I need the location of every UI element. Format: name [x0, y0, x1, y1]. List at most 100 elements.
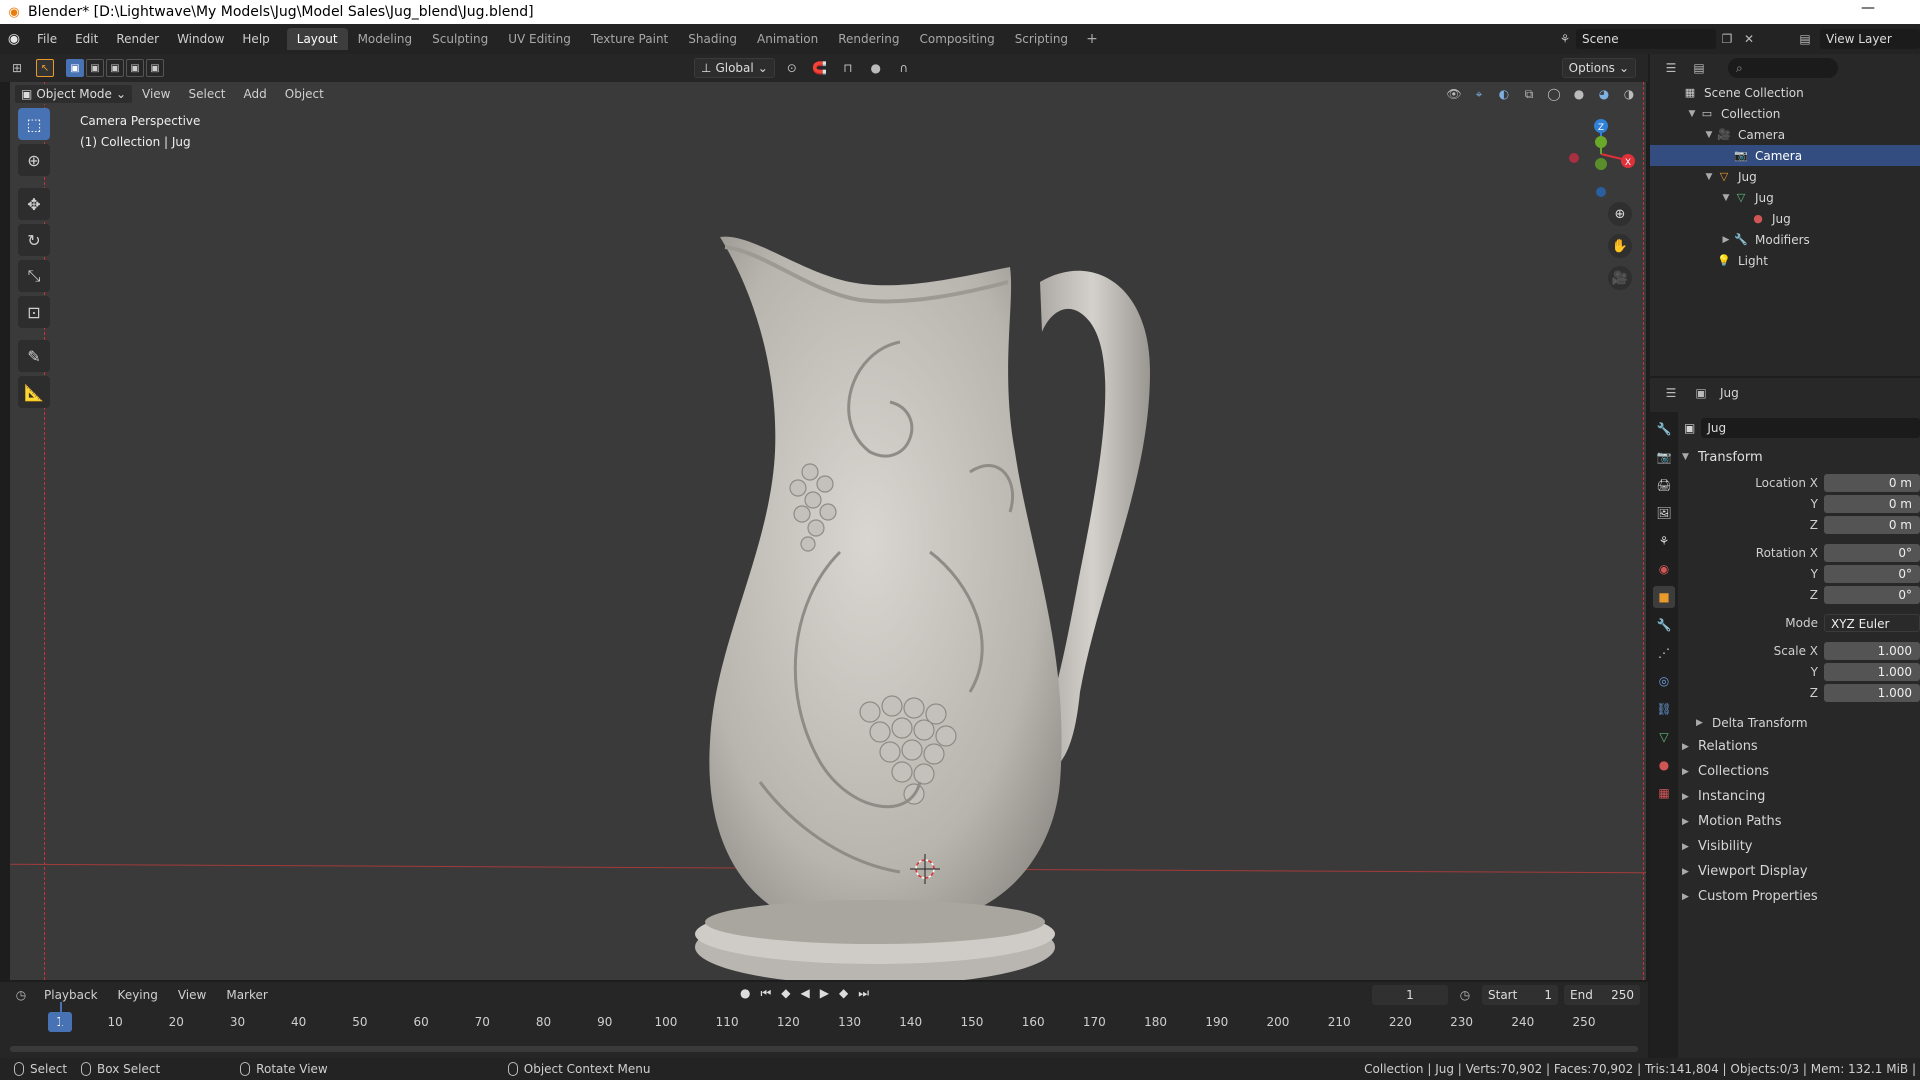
viewport-menu-view[interactable]: View	[133, 87, 179, 101]
timeline-editor-type-icon[interactable]: ◷	[10, 985, 32, 1005]
panel-instancing[interactable]: ▶ Instancing	[1680, 784, 1920, 809]
visibility-icon[interactable]: 👁	[1443, 84, 1465, 104]
scene-tab-icon[interactable]: ⚘	[1653, 530, 1675, 552]
snap-target-icon[interactable]: ⊓	[837, 58, 859, 78]
viewport-menu-object[interactable]: Object	[276, 87, 333, 101]
new-scene-icon[interactable]: ❐	[1716, 29, 1738, 49]
proportional-edit-icon[interactable]: ●	[865, 58, 887, 78]
tab-layout[interactable]: Layout	[286, 28, 348, 50]
disclosure-triangle-icon[interactable]: ▼	[1702, 130, 1716, 140]
xray-icon[interactable]: ⧉	[1518, 84, 1540, 104]
scene-name-field[interactable]: Scene	[1576, 29, 1716, 49]
panel-collections[interactable]: ▶ Collections	[1680, 759, 1920, 784]
data-tab-icon[interactable]: ▽	[1653, 726, 1675, 748]
transform-panel-header[interactable]: ▼ Transform	[1680, 446, 1920, 468]
rotation-x-field[interactable]: 0°	[1824, 544, 1920, 562]
menu-help[interactable]: Help	[233, 32, 278, 46]
delete-scene-icon[interactable]: ✕	[1738, 29, 1760, 49]
blender-menu-icon[interactable]: ◉	[0, 31, 28, 47]
timeline-menu-view[interactable]: View	[170, 988, 214, 1002]
pivot-icon[interactable]: ⊙	[781, 58, 803, 78]
timeline-menu-marker[interactable]: Marker	[218, 988, 275, 1002]
tab-uv-editing[interactable]: UV Editing	[498, 28, 581, 50]
scene-icon[interactable]: ⚘	[1554, 29, 1576, 49]
camera-view-icon[interactable]: 🎥	[1608, 266, 1632, 290]
play-icon[interactable]: ▶	[820, 986, 829, 1001]
current-frame-field[interactable]: 1	[1372, 985, 1448, 1005]
outliner-row[interactable]: ▦ Scene Collection	[1650, 82, 1920, 103]
outliner-row[interactable]: ▶ 🔧 Modifiers	[1650, 229, 1920, 250]
panel-custom-properties[interactable]: ▶ Custom Properties	[1680, 884, 1920, 909]
panel-visibility[interactable]: ▶ Visibility	[1680, 834, 1920, 859]
playhead[interactable]	[60, 1002, 62, 1032]
solid-shading-icon[interactable]: ●	[1568, 84, 1590, 104]
wireframe-shading-icon[interactable]: ◯	[1543, 84, 1565, 104]
outliner-row[interactable]: ● Jug	[1650, 208, 1920, 229]
snap-icon[interactable]: 🧲	[809, 58, 831, 78]
panel-viewport-display[interactable]: ▶ Viewport Display	[1680, 859, 1920, 884]
gizmo-neg-x-icon[interactable]	[1569, 153, 1579, 163]
location-y-field[interactable]: 0 m	[1824, 495, 1920, 513]
menu-file[interactable]: File	[28, 32, 66, 46]
rotation-z-field[interactable]: 0°	[1824, 586, 1920, 604]
disclosure-triangle-icon[interactable]: ▼	[1702, 172, 1716, 182]
view-layer-tab-icon[interactable]: 🖼	[1653, 502, 1675, 524]
play-reverse-icon[interactable]: ◀	[801, 986, 810, 1001]
rotate-tool-icon[interactable]: ↻	[18, 224, 50, 256]
timeline-menu-keying[interactable]: Keying	[110, 988, 166, 1002]
annotate-tool-icon[interactable]: ✎	[18, 340, 50, 372]
properties-editor-type-icon[interactable]: ☰	[1660, 383, 1682, 403]
select-invert-icon[interactable]: ▣	[126, 59, 144, 77]
material-shading-icon[interactable]: ◕	[1593, 84, 1615, 104]
gizmo-toggle-icon[interactable]: ⌖	[1468, 84, 1490, 104]
outliner-search-input[interactable]: ⌕	[1728, 58, 1838, 78]
tab-compositing[interactable]: Compositing	[909, 28, 1004, 50]
outliner-editor-type-icon[interactable]: ☰	[1660, 58, 1682, 78]
zoom-icon[interactable]: ⊕	[1608, 202, 1632, 226]
menu-edit[interactable]: Edit	[66, 32, 107, 46]
scale-x-field[interactable]: 1.000	[1824, 642, 1920, 660]
object-type-icon[interactable]: ▣	[1684, 421, 1695, 435]
output-tab-icon[interactable]: 🖨	[1653, 474, 1675, 496]
outliner-row[interactable]: ▼ ▭ Collection	[1650, 103, 1920, 124]
editor-type-icon[interactable]: ⊞	[6, 58, 28, 78]
scale-tool-icon[interactable]: ⤡	[18, 260, 50, 292]
view-layer-field[interactable]: View Layer	[1820, 29, 1920, 49]
timeline-scrollbar[interactable]	[10, 1046, 1638, 1052]
transform-tool-icon[interactable]: ⊡	[18, 296, 50, 328]
measure-tool-icon[interactable]: 📐	[18, 376, 50, 408]
select-box-tool-icon[interactable]: ⬚	[18, 108, 50, 140]
menu-window[interactable]: Window	[168, 32, 233, 46]
texture-tab-icon[interactable]: ▦	[1653, 782, 1675, 804]
tool-tab-icon[interactable]: 🔧	[1653, 418, 1675, 440]
add-workspace-button[interactable]: +	[1078, 28, 1106, 50]
select-intersect-icon[interactable]: ▣	[146, 59, 164, 77]
timeline-menu-playback[interactable]: Playback	[36, 988, 106, 1002]
outliner-row[interactable]: 💡 Light	[1650, 250, 1920, 271]
panel-relations[interactable]: ▶ Relations	[1680, 734, 1920, 759]
particles-tab-icon[interactable]: ⋰	[1653, 642, 1675, 664]
rotation-mode-dropdown[interactable]: XYZ Euler	[1824, 614, 1920, 632]
tab-sculpting[interactable]: Sculpting	[422, 28, 498, 50]
use-preview-range-icon[interactable]: ◷	[1454, 985, 1476, 1005]
select-new-icon[interactable]: ▣	[66, 59, 84, 77]
select-tool-icon[interactable]: ↖	[36, 59, 54, 77]
transform-orientation-dropdown[interactable]: ⊥ Global ⌄	[694, 58, 775, 78]
end-frame-field[interactable]: End 250	[1564, 985, 1640, 1005]
display-mode-icon[interactable]: ▤	[1688, 58, 1710, 78]
tab-animation[interactable]: Animation	[747, 28, 828, 50]
outliner-row[interactable]: 📷 Camera	[1650, 145, 1920, 166]
gizmo-neg-z-icon[interactable]	[1596, 187, 1606, 197]
material-tab-icon[interactable]: ●	[1653, 754, 1675, 776]
gizmo-neg-y-icon[interactable]	[1595, 158, 1607, 170]
falloff-icon[interactable]: ∩	[893, 58, 915, 78]
viewport-menu-add[interactable]: Add	[235, 87, 276, 101]
cursor-tool-icon[interactable]: ⊕	[18, 144, 50, 176]
outliner-row[interactable]: ▼ ▽ Jug	[1650, 187, 1920, 208]
gizmo-y-icon[interactable]	[1595, 136, 1607, 148]
navigation-gizmo[interactable]: Z X	[1566, 112, 1636, 202]
viewport-menu-select[interactable]: Select	[179, 87, 234, 101]
tab-modeling[interactable]: Modeling	[348, 28, 423, 50]
constraints-tab-icon[interactable]: ⛓	[1653, 698, 1675, 720]
overlay-toggle-icon[interactable]: ◐	[1493, 84, 1515, 104]
